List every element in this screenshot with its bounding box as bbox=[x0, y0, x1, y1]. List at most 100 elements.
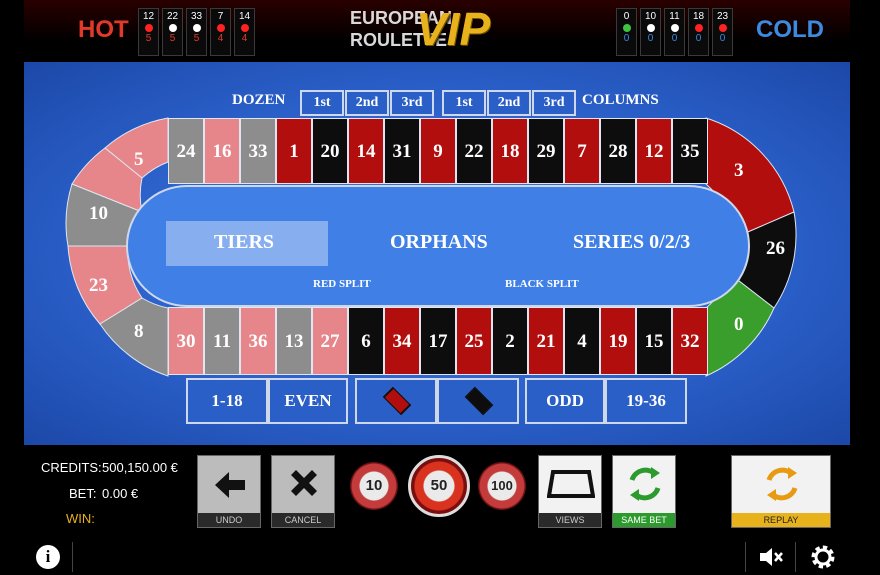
color-dot-icon bbox=[144, 24, 153, 32]
number-cell-31[interactable]: 31 bbox=[384, 118, 420, 184]
number-cell-27[interactable]: 27 bbox=[312, 307, 348, 375]
number-cell-1[interactable]: 1 bbox=[276, 118, 312, 184]
dozen-2nd-button[interactable]: 2nd bbox=[345, 90, 389, 116]
number-cell-30[interactable]: 30 bbox=[168, 307, 204, 375]
same-bet-label: SAME BET bbox=[613, 513, 675, 527]
number-cell-16[interactable]: 16 bbox=[204, 118, 240, 184]
orphans-button[interactable]: ORPHANS bbox=[390, 231, 488, 254]
number-cell-29[interactable]: 29 bbox=[528, 118, 564, 184]
series-button[interactable]: SERIES 0/2/3 bbox=[573, 231, 690, 254]
replay-button[interactable]: REPLAY bbox=[731, 455, 831, 528]
bet-black-button[interactable] bbox=[437, 378, 519, 424]
stat-10: 10 0 bbox=[640, 8, 661, 56]
stat-33: 33 5 bbox=[186, 8, 207, 56]
divider bbox=[745, 542, 746, 572]
stat-14: 14 4 bbox=[234, 8, 255, 56]
number-cell-17[interactable]: 17 bbox=[420, 307, 456, 375]
stat-number: 7 bbox=[217, 11, 224, 22]
close-icon bbox=[291, 470, 317, 496]
number-cell-12[interactable]: 12 bbox=[636, 118, 672, 184]
color-dot-icon bbox=[240, 24, 249, 32]
number-cell-22[interactable]: 22 bbox=[456, 118, 492, 184]
cancel-label: CANCEL bbox=[272, 513, 334, 527]
number-cell-25[interactable]: 25 bbox=[456, 307, 492, 375]
number-cell-28[interactable]: 28 bbox=[600, 118, 636, 184]
hot-numbers: 12 5 22 5 33 5 7 4 14 4 bbox=[138, 0, 258, 60]
views-button[interactable]: VIEWS bbox=[538, 455, 602, 528]
number-cell-4[interactable]: 4 bbox=[564, 307, 600, 375]
number-cell-11[interactable]: 11 bbox=[204, 307, 240, 375]
stat-number: 12 bbox=[142, 11, 155, 22]
same-bet-button[interactable]: SAME BET bbox=[612, 455, 676, 528]
chip-50[interactable]: 50 bbox=[408, 455, 470, 517]
stat-count: 5 bbox=[193, 33, 200, 44]
stat-count: 4 bbox=[217, 33, 224, 44]
number-cell-36[interactable]: 36 bbox=[240, 307, 276, 375]
number-cell-19[interactable]: 19 bbox=[600, 307, 636, 375]
stat-18: 18 0 bbox=[688, 8, 709, 56]
number-cell-35[interactable]: 35 bbox=[672, 118, 708, 184]
bet-odd-button[interactable]: ODD bbox=[525, 378, 605, 424]
info-icon[interactable]: i bbox=[36, 545, 60, 569]
column-3rd-button[interactable]: 3rd bbox=[532, 90, 576, 116]
column-1st-button[interactable]: 1st bbox=[442, 90, 486, 116]
bet-value: 0.00 € bbox=[102, 486, 139, 501]
color-dot-icon bbox=[694, 24, 703, 32]
bet-1-18-button[interactable]: 1-18 bbox=[186, 378, 268, 424]
mute-icon[interactable] bbox=[758, 546, 784, 568]
chip-10[interactable]: 10 bbox=[350, 462, 398, 510]
bet-19-36-button[interactable]: 19-36 bbox=[605, 378, 687, 424]
bet-even-button[interactable]: EVEN bbox=[268, 378, 348, 424]
undo-button[interactable]: UNDO bbox=[197, 455, 261, 528]
number-cell-34[interactable]: 34 bbox=[384, 307, 420, 375]
color-dot-icon bbox=[670, 24, 679, 32]
curve-number-8[interactable]: 8 bbox=[134, 321, 144, 343]
number-cell-7[interactable]: 7 bbox=[564, 118, 600, 184]
number-cell-15[interactable]: 15 bbox=[636, 307, 672, 375]
number-cell-20[interactable]: 20 bbox=[312, 118, 348, 184]
stat-number: 11 bbox=[669, 11, 680, 22]
curve-number-0[interactable]: 0 bbox=[734, 314, 744, 336]
color-dot-icon bbox=[168, 24, 177, 32]
refresh-icon bbox=[629, 467, 661, 501]
curve-number-5[interactable]: 5 bbox=[134, 149, 144, 171]
curve-number-3[interactable]: 3 bbox=[734, 160, 744, 182]
tiers-button[interactable]: TIERS bbox=[214, 231, 274, 254]
number-cell-24[interactable]: 24 bbox=[168, 118, 204, 184]
replay-label: REPLAY bbox=[732, 513, 830, 527]
dozen-1st-button[interactable]: 1st bbox=[300, 90, 344, 116]
number-cell-14[interactable]: 14 bbox=[348, 118, 384, 184]
number-cell-33[interactable]: 33 bbox=[240, 118, 276, 184]
color-dot-icon bbox=[646, 24, 655, 32]
number-cell-21[interactable]: 21 bbox=[528, 307, 564, 375]
number-cell-6[interactable]: 6 bbox=[348, 307, 384, 375]
chip-100[interactable]: 100 bbox=[478, 462, 526, 510]
black-split-button[interactable]: BLACK SPLIT bbox=[505, 278, 579, 290]
number-cell-18[interactable]: 18 bbox=[492, 118, 528, 184]
column-2nd-button[interactable]: 2nd bbox=[487, 90, 531, 116]
cancel-button[interactable]: CANCEL bbox=[271, 455, 335, 528]
red-split-button[interactable]: RED SPLIT bbox=[313, 278, 371, 290]
number-cell-13[interactable]: 13 bbox=[276, 307, 312, 375]
curve-number-10[interactable]: 10 bbox=[89, 203, 108, 225]
number-cell-32[interactable]: 32 bbox=[672, 307, 708, 375]
bet-red-button[interactable] bbox=[355, 378, 437, 424]
stat-7: 74 bbox=[210, 8, 231, 56]
win-label: WIN: bbox=[66, 511, 95, 526]
arrow-left-icon bbox=[215, 472, 245, 498]
gear-icon[interactable] bbox=[809, 543, 837, 571]
stat-count: 4 bbox=[241, 33, 248, 44]
red-diamond-icon bbox=[382, 386, 412, 416]
stat-count: 0 bbox=[695, 33, 702, 44]
dozen-3rd-button[interactable]: 3rd bbox=[390, 90, 434, 116]
number-cell-9[interactable]: 9 bbox=[420, 118, 456, 184]
stat-count: 0 bbox=[719, 33, 726, 44]
undo-label: UNDO bbox=[198, 513, 260, 527]
curve-number-26[interactable]: 26 bbox=[766, 238, 785, 260]
number-cell-2[interactable]: 2 bbox=[492, 307, 528, 375]
curve-number-23[interactable]: 23 bbox=[89, 275, 108, 297]
stat-number: 22 bbox=[166, 11, 179, 22]
replay-icon bbox=[766, 467, 798, 501]
stat-number: 14 bbox=[238, 11, 251, 22]
color-dot-icon bbox=[192, 24, 201, 32]
